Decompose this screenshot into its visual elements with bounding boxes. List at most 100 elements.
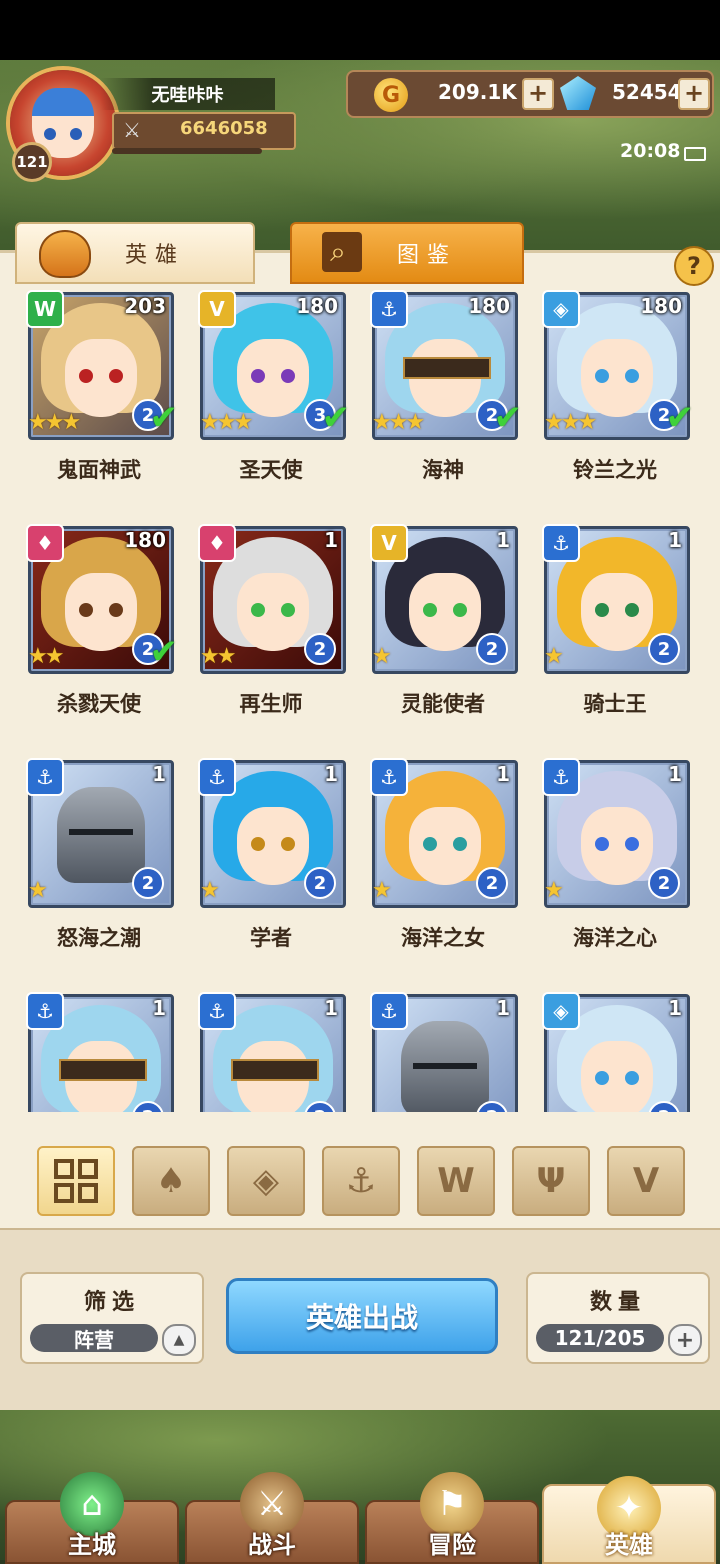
tab-codex-label: 图鉴 <box>396 243 457 268</box>
hero-eye <box>453 603 467 617</box>
nav-adventure[interactable]: ⚑ 冒险 <box>365 1472 539 1564</box>
star-rating: ★★ <box>200 644 236 669</box>
ocean-faction-icon: ⚓ <box>370 992 408 1030</box>
hero-card[interactable]: ⚓ 180 ★★★ 2 ✔ <box>370 290 522 440</box>
deploy-heroes-button[interactable]: 英雄出战 <box>226 1278 498 1354</box>
hero-card[interactable]: ◈1★2 <box>542 992 690 1112</box>
hero-name: 铃兰之光 <box>573 458 657 482</box>
resource-bar: G 209.1K + 52454 + <box>346 70 714 118</box>
hero-level: 1 <box>324 996 338 1020</box>
hero-eye <box>109 369 123 383</box>
hero-level: 1 <box>496 528 510 552</box>
tab-heroes-label: 英雄 <box>124 243 185 268</box>
ocean-faction-icon: ⚓ <box>542 758 580 796</box>
add-gems-button[interactable]: + <box>678 78 710 110</box>
hero-card[interactable]: ⚓1★2 <box>198 758 346 908</box>
hero-card[interactable]: V 180 ★★★ 3 ✔ <box>198 290 350 440</box>
nav-label: 主城 <box>68 1531 116 1559</box>
hero-eye <box>423 603 437 617</box>
hero-level: 1 <box>668 762 682 786</box>
star-rating: ★ <box>544 878 564 903</box>
hero-eye <box>595 1071 609 1085</box>
hero-card[interactable]: ⚓1★2 <box>542 524 690 674</box>
dropdown-up-icon[interactable]: ▲ <box>162 1324 196 1356</box>
hero-level: 1 <box>496 762 510 786</box>
hero-name: 怒海之潮 <box>57 926 141 950</box>
hero-grade-badge: 2 <box>648 633 680 665</box>
hero-level: 1 <box>496 996 510 1020</box>
hero-card[interactable]: ♦ 1 ★★ 2 <box>198 524 346 674</box>
star-rating: ★ <box>200 878 220 903</box>
anchor-icon: ⚓ <box>345 1161 377 1201</box>
hero-card[interactable]: ⚓1★2 <box>370 992 518 1112</box>
hero-card[interactable]: ⚓1★2 <box>198 992 346 1112</box>
help-button[interactable]: ? <box>674 246 714 286</box>
filter-ice-button[interactable]: ◈ <box>227 1146 305 1216</box>
flame-icon: ♠ <box>155 1161 187 1201</box>
hero-eye <box>595 837 609 851</box>
filter-nature-button[interactable]: W <box>417 1146 495 1216</box>
hero-eye <box>453 837 467 851</box>
hero-eye <box>423 837 437 851</box>
hero-card[interactable]: ⚓1★2 <box>370 758 518 908</box>
fire-faction-icon: ♦ <box>198 524 236 562</box>
ocean-faction-icon: ⚓ <box>542 524 580 562</box>
crossed-swords-icon: ⚔ <box>123 118 141 142</box>
hero-face <box>581 807 653 885</box>
expand-slots-button[interactable]: + <box>668 1324 702 1356</box>
filter-dark-button[interactable]: Ψ <box>512 1146 590 1216</box>
add-gold-button[interactable]: + <box>522 78 554 110</box>
hero-card[interactable]: ⚓1★2 <box>26 992 174 1112</box>
ocean-faction-icon: ⚓ <box>370 290 408 328</box>
hero-name: 再生师 <box>239 692 303 716</box>
gold-amount: 209.1K <box>438 80 517 104</box>
hero-card[interactable]: V 1 ★ 2 <box>370 524 518 674</box>
hero-level: 1 <box>324 762 338 786</box>
wings-icon: V <box>632 1161 660 1201</box>
star-rating: ★★★ <box>28 410 81 435</box>
beast-icon: W <box>437 1161 475 1201</box>
blindfold <box>403 357 491 379</box>
hero-card[interactable]: ⚓1★2 <box>542 758 690 908</box>
filter-light-button[interactable]: V <box>607 1146 685 1216</box>
hero-card[interactable]: ⚓1★2 <box>26 758 174 908</box>
hero-grade-badge: 2 <box>132 867 164 899</box>
star-rating: ★★★ <box>200 410 253 435</box>
hero-count: 121/205 <box>536 1324 664 1352</box>
hero-level: 203 <box>124 294 166 318</box>
hero-face <box>65 573 137 651</box>
hero-eye <box>595 603 609 617</box>
hero-grade-badge: 2 <box>304 633 336 665</box>
hero-level: 1 <box>324 528 338 552</box>
horns-icon: Ψ <box>536 1161 566 1201</box>
star-rating: ★ <box>28 878 48 903</box>
nav-main-city[interactable]: ⌂ 主城 <box>5 1472 179 1564</box>
tab-codex[interactable]: ⌕ 图鉴 <box>290 222 524 284</box>
hero-eye <box>251 369 265 383</box>
filter-all-button[interactable] <box>37 1146 115 1216</box>
hero-card[interactable]: ♦ 180 ★★ 2 ✔ <box>26 524 178 674</box>
knight-helmet <box>57 787 145 883</box>
ocean-faction-icon: ⚓ <box>198 992 236 1030</box>
tab-heroes[interactable]: 英雄 <box>15 222 255 284</box>
hero-grid[interactable]: W 203 ★★★ 2 ✔ 鬼面神武 V 180 ★★★ 3 ✔ 圣天使 ⚓ 180 ★★★ 2 ✔ 海神 ◈ 180… <box>0 288 720 1112</box>
hero-face <box>581 1041 653 1112</box>
hero-name: 灵能使者 <box>401 692 485 716</box>
diamond-icon <box>560 76 596 110</box>
hero-card[interactable]: W 203 ★★★ 2 ✔ <box>26 290 178 440</box>
hero-face <box>581 573 653 651</box>
star-rating: ★★★ <box>372 410 425 435</box>
hero-eye <box>79 603 93 617</box>
filter-fire-button[interactable]: ♠ <box>132 1146 210 1216</box>
nav-battle[interactable]: ⚔ 战斗 <box>185 1472 359 1564</box>
hero-level: 1 <box>668 996 682 1020</box>
nav-heroes[interactable]: ✦ 英雄 <box>542 1476 716 1564</box>
count-title: 数量 <box>589 1290 646 1315</box>
hero-card[interactable]: ◈ 180 ★★★ 2 ✔ <box>542 290 694 440</box>
filter-dropdown[interactable]: 阵营 <box>30 1324 158 1352</box>
filter-ocean-button[interactable]: ⚓ <box>322 1146 400 1216</box>
hero-level: 1 <box>152 762 166 786</box>
hero-face <box>65 339 137 417</box>
blindfold <box>231 1059 319 1081</box>
hero-level: 180 <box>640 294 682 318</box>
